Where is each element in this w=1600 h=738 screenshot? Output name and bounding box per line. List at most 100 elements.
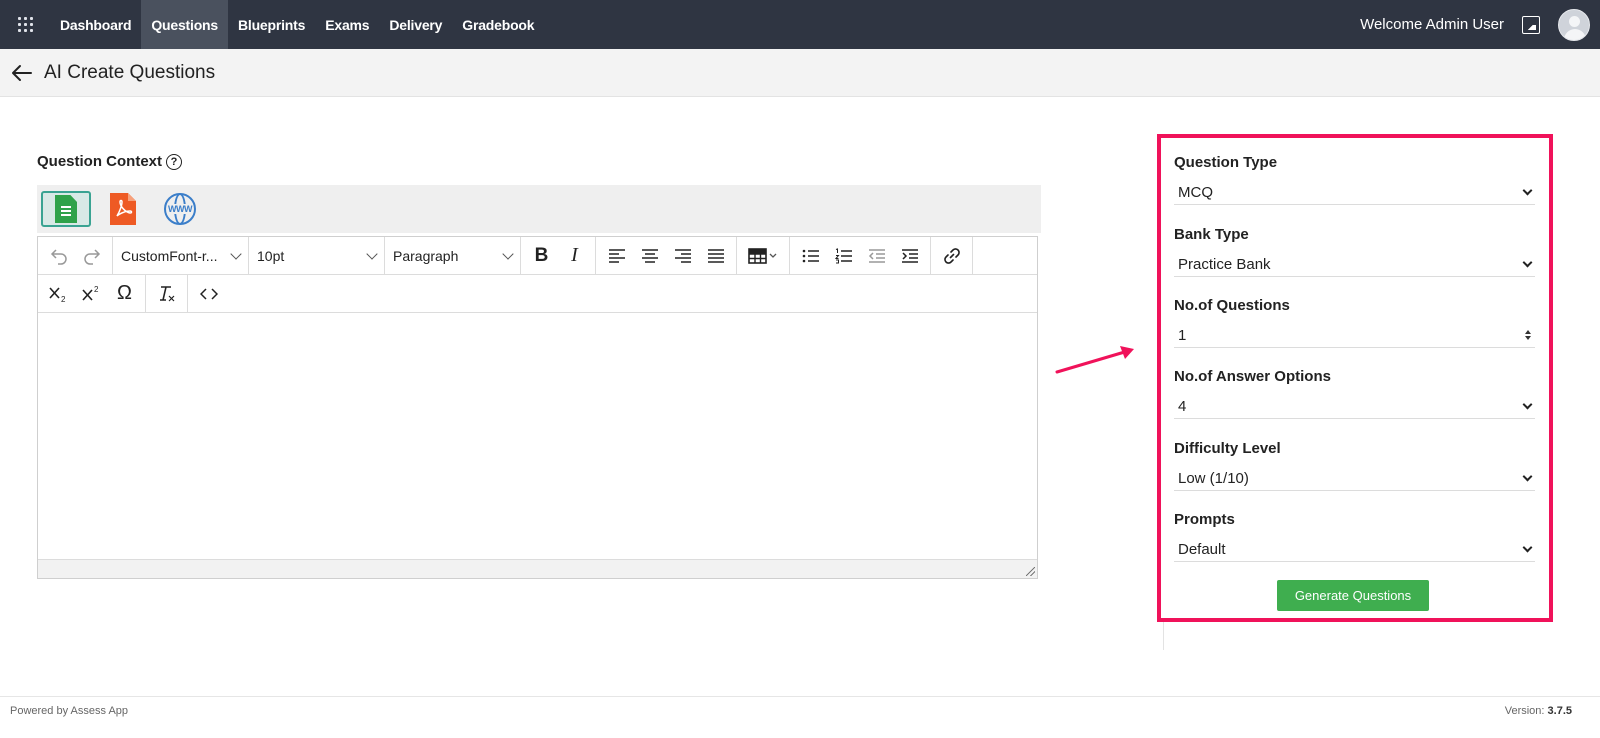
annotation-arrow-icon (1055, 346, 1134, 374)
num-questions-field: No.of Questions 1 (1174, 297, 1535, 348)
pdf-icon (110, 193, 136, 225)
number-spinner-icon[interactable] (1523, 329, 1533, 341)
nav-user-area: Welcome Admin User (1360, 0, 1600, 49)
version-text: Version: 3.7.5 (1505, 705, 1572, 717)
align-justify-icon[interactable] (699, 241, 732, 271)
apps-grid-icon[interactable] (0, 0, 50, 49)
subscript-icon[interactable]: 2 (42, 279, 75, 309)
nav-delivery[interactable]: Delivery (379, 0, 452, 49)
editor-content-area[interactable] (38, 313, 1037, 560)
source-web-button[interactable]: WWW (155, 191, 205, 227)
bank-type-select[interactable]: Practice Bank (1174, 252, 1535, 277)
numbered-list-icon[interactable] (827, 241, 860, 271)
question-type-label: Question Type (1174, 154, 1278, 171)
font-size-select[interactable]: 10pt (249, 237, 385, 274)
prompts-field: Prompts Default (1174, 511, 1535, 562)
editor-status-bar (38, 560, 1037, 578)
chevron-down-icon (1522, 471, 1533, 481)
chevron-down-icon (1522, 185, 1533, 195)
link-icon[interactable] (935, 241, 968, 271)
bank-type-field: Bank Type Practice Bank (1174, 226, 1535, 277)
link-group (931, 237, 973, 274)
help-icon[interactable]: ? (166, 153, 183, 170)
chevron-down-icon (1522, 542, 1533, 552)
history-group (38, 237, 113, 274)
editor-toolbar-row-2: 2 2 Ω (38, 275, 1037, 313)
table-icon[interactable] (741, 241, 785, 271)
version-label: Version: (1504, 705, 1545, 717)
avatar[interactable] (1558, 8, 1590, 41)
font-family-select[interactable]: CustomFont-r... (113, 237, 249, 274)
powered-by-text: Powered by Assess App (10, 705, 129, 717)
clear-formatting-icon[interactable] (150, 279, 183, 309)
rich-text-editor: CustomFont-r... 10pt Paragraph B I 2 2 Ω (37, 236, 1038, 579)
block-format-select[interactable]: Paragraph (385, 237, 521, 274)
svg-text:2: 2 (94, 285, 99, 294)
num-questions-value: 1 (1178, 326, 1187, 344)
nav-exams[interactable]: Exams (315, 0, 379, 49)
nav-blueprints[interactable]: Blueprints (228, 0, 315, 49)
nav-gradebook[interactable]: Gradebook (452, 0, 544, 49)
bullet-list-icon[interactable] (794, 241, 827, 271)
question-context-label: Question Context ? (37, 153, 183, 170)
generate-questions-button[interactable]: Generate Questions (1277, 580, 1429, 611)
align-right-icon[interactable] (666, 241, 699, 271)
table-group (737, 237, 790, 274)
alignment-group (596, 237, 737, 274)
bank-type-label: Bank Type (1174, 226, 1249, 243)
generation-settings-panel: Question Type MCQ Bank Type Practice Ban… (1157, 134, 1553, 622)
source-pdf-button[interactable] (98, 191, 148, 227)
page-title: AI Create Questions (44, 61, 216, 83)
resize-handle-icon[interactable] (1026, 567, 1035, 576)
num-questions-input[interactable]: 1 (1174, 323, 1535, 348)
chevron-down-icon (366, 247, 378, 260)
superscript-icon[interactable]: 2 (75, 279, 108, 309)
question-type-field: Question Type MCQ (1174, 154, 1535, 205)
clear-format-group (146, 275, 188, 312)
difficulty-level-select[interactable]: Low (1/10) (1174, 466, 1535, 491)
chevron-down-icon (1522, 399, 1533, 409)
source-code-icon[interactable] (192, 279, 225, 309)
indent-icon[interactable] (893, 241, 926, 271)
num-answer-options-label: No.of Answer Options (1174, 368, 1331, 385)
context-source-bar: WWW (37, 185, 1041, 233)
question-context-text: Question Context (37, 153, 163, 170)
block-format-value: Paragraph (393, 247, 459, 264)
panel-divider (1163, 622, 1164, 650)
source-document-button[interactable] (41, 191, 91, 227)
script-group: 2 2 Ω (38, 275, 146, 312)
align-center-icon[interactable] (633, 241, 666, 271)
num-answer-options-select[interactable]: 4 (1174, 394, 1535, 419)
special-character-icon[interactable]: Ω (108, 279, 141, 309)
bold-icon[interactable]: B (525, 241, 558, 271)
num-answer-options-value: 4 (1178, 397, 1187, 415)
redo-icon[interactable] (75, 241, 108, 271)
text-style-group: B I (521, 237, 596, 274)
prompts-select[interactable]: Default (1174, 537, 1535, 562)
undo-icon[interactable] (42, 241, 75, 271)
nav-questions[interactable]: Questions (141, 0, 228, 49)
top-navbar: Dashboard Questions Blueprints Exams Del… (0, 0, 1600, 49)
prompts-value: Default (1178, 540, 1226, 558)
www-text: WWW (167, 204, 193, 214)
align-left-icon[interactable] (600, 241, 633, 271)
image-icon[interactable] (1522, 15, 1540, 34)
question-type-select[interactable]: MCQ (1174, 180, 1535, 205)
question-type-value: MCQ (1178, 183, 1213, 201)
nav-dashboard[interactable]: Dashboard (50, 0, 141, 49)
source-code-group (188, 275, 229, 312)
chevron-down-icon (1522, 257, 1533, 267)
document-list-icon (55, 195, 77, 223)
page-header: AI Create Questions (0, 49, 1600, 97)
chevron-down-icon (230, 247, 242, 260)
prompts-label: Prompts (1174, 511, 1235, 528)
editor-toolbar-row-1: CustomFont-r... 10pt Paragraph B I (38, 237, 1037, 275)
list-group (790, 237, 931, 274)
bank-type-value: Practice Bank (1178, 255, 1271, 273)
www-globe-icon: WWW (164, 193, 196, 225)
welcome-text: Welcome Admin User (1360, 16, 1504, 33)
difficulty-level-field: Difficulty Level Low (1/10) (1174, 440, 1535, 491)
back-arrow-icon[interactable] (10, 61, 34, 85)
italic-icon[interactable]: I (558, 241, 591, 271)
outdent-icon[interactable] (860, 241, 893, 271)
